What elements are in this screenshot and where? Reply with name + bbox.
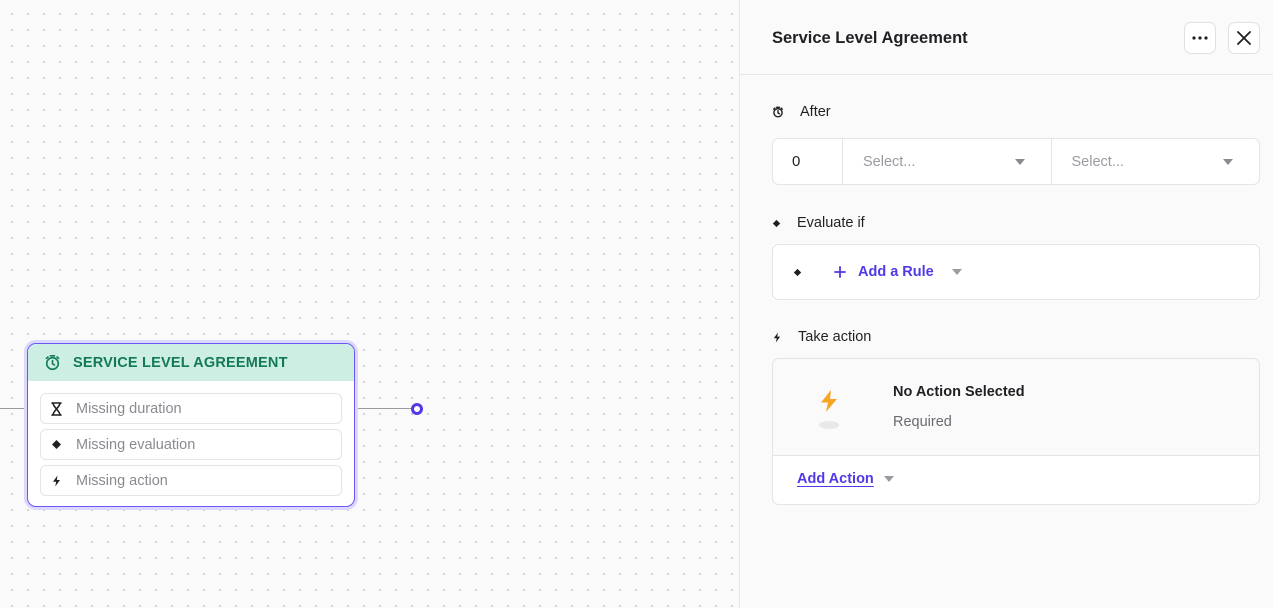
workflow-editor: SERVICE LEVEL AGREEMENT Missing duration	[0, 0, 1273, 608]
missing-evaluation-row[interactable]: Missing evaluation	[40, 429, 342, 460]
missing-action-row[interactable]: Missing action	[40, 465, 342, 496]
add-rule-button[interactable]: Add a Rule	[834, 264, 962, 280]
diamond-icon	[51, 439, 62, 450]
sla-node[interactable]: SERVICE LEVEL AGREEMENT Missing duration	[27, 343, 355, 507]
more-options-button[interactable]	[1184, 22, 1216, 54]
workflow-canvas[interactable]: SERVICE LEVEL AGREEMENT Missing duration	[0, 0, 739, 608]
duration-reference-select[interactable]: Select...	[1050, 139, 1260, 184]
hourglass-icon	[51, 401, 62, 416]
close-panel-button[interactable]	[1228, 22, 1260, 54]
caret-down-icon	[1223, 158, 1233, 165]
diamond-icon	[772, 219, 781, 228]
add-action-label: Add Action	[797, 471, 874, 487]
bolt-shadow	[819, 421, 839, 429]
missing-duration-row[interactable]: Missing duration	[40, 393, 342, 424]
panel-header: Service Level Agreement	[740, 0, 1273, 75]
caret-down-icon	[1014, 158, 1025, 165]
edge-end-point[interactable]	[411, 403, 423, 415]
evaluate-section-label: Evaluate if	[772, 215, 865, 231]
add-rule-label: Add a Rule	[858, 264, 934, 280]
duration-value-input[interactable]: 0	[773, 139, 843, 184]
more-horizontal-icon	[1192, 36, 1208, 40]
duration-reference-placeholder: Select...	[1071, 153, 1124, 170]
caret-down-icon	[951, 269, 962, 275]
no-action-required-text: Required	[893, 414, 952, 430]
caret-down-icon	[883, 476, 894, 482]
missing-action-label: Missing action	[76, 472, 168, 489]
action-label: Take action	[798, 329, 872, 345]
evaluate-label: Evaluate if	[797, 215, 865, 231]
action-box: No Action Selected Required Add Action	[772, 358, 1260, 505]
missing-duration-label: Missing duration	[76, 400, 182, 417]
missing-evaluation-label: Missing evaluation	[76, 436, 196, 453]
sla-node-header: SERVICE LEVEL AGREEMENT	[28, 344, 354, 381]
add-action-button[interactable]: Add Action	[797, 471, 894, 487]
after-label: After	[800, 104, 831, 120]
lightning-bolt-icon	[818, 389, 840, 413]
plus-icon	[834, 266, 846, 278]
no-action-title: No Action Selected	[893, 384, 1025, 400]
no-action-placeholder: No Action Selected Required	[773, 359, 1259, 456]
incoming-edge	[0, 408, 28, 409]
close-icon	[1236, 30, 1252, 46]
sla-node-title: SERVICE LEVEL AGREEMENT	[73, 354, 288, 371]
after-duration-row: 0 Select... Select...	[772, 138, 1260, 185]
panel-title: Service Level Agreement	[772, 29, 968, 47]
outgoing-edge	[355, 408, 412, 409]
duration-unit-select[interactable]: Select...	[843, 139, 1051, 184]
sparkle-icon	[772, 332, 782, 343]
sla-settings-panel: Service Level Agreement After 0 Select..…	[739, 0, 1273, 608]
sparkle-icon	[51, 475, 62, 487]
action-section-label: Take action	[772, 329, 871, 345]
after-section-label: After	[772, 104, 831, 120]
evaluate-rules-box: Add a Rule	[772, 244, 1260, 300]
stopwatch-icon	[44, 354, 61, 371]
duration-unit-placeholder: Select...	[863, 153, 916, 170]
stopwatch-icon	[772, 106, 784, 118]
diamond-icon	[793, 268, 802, 277]
